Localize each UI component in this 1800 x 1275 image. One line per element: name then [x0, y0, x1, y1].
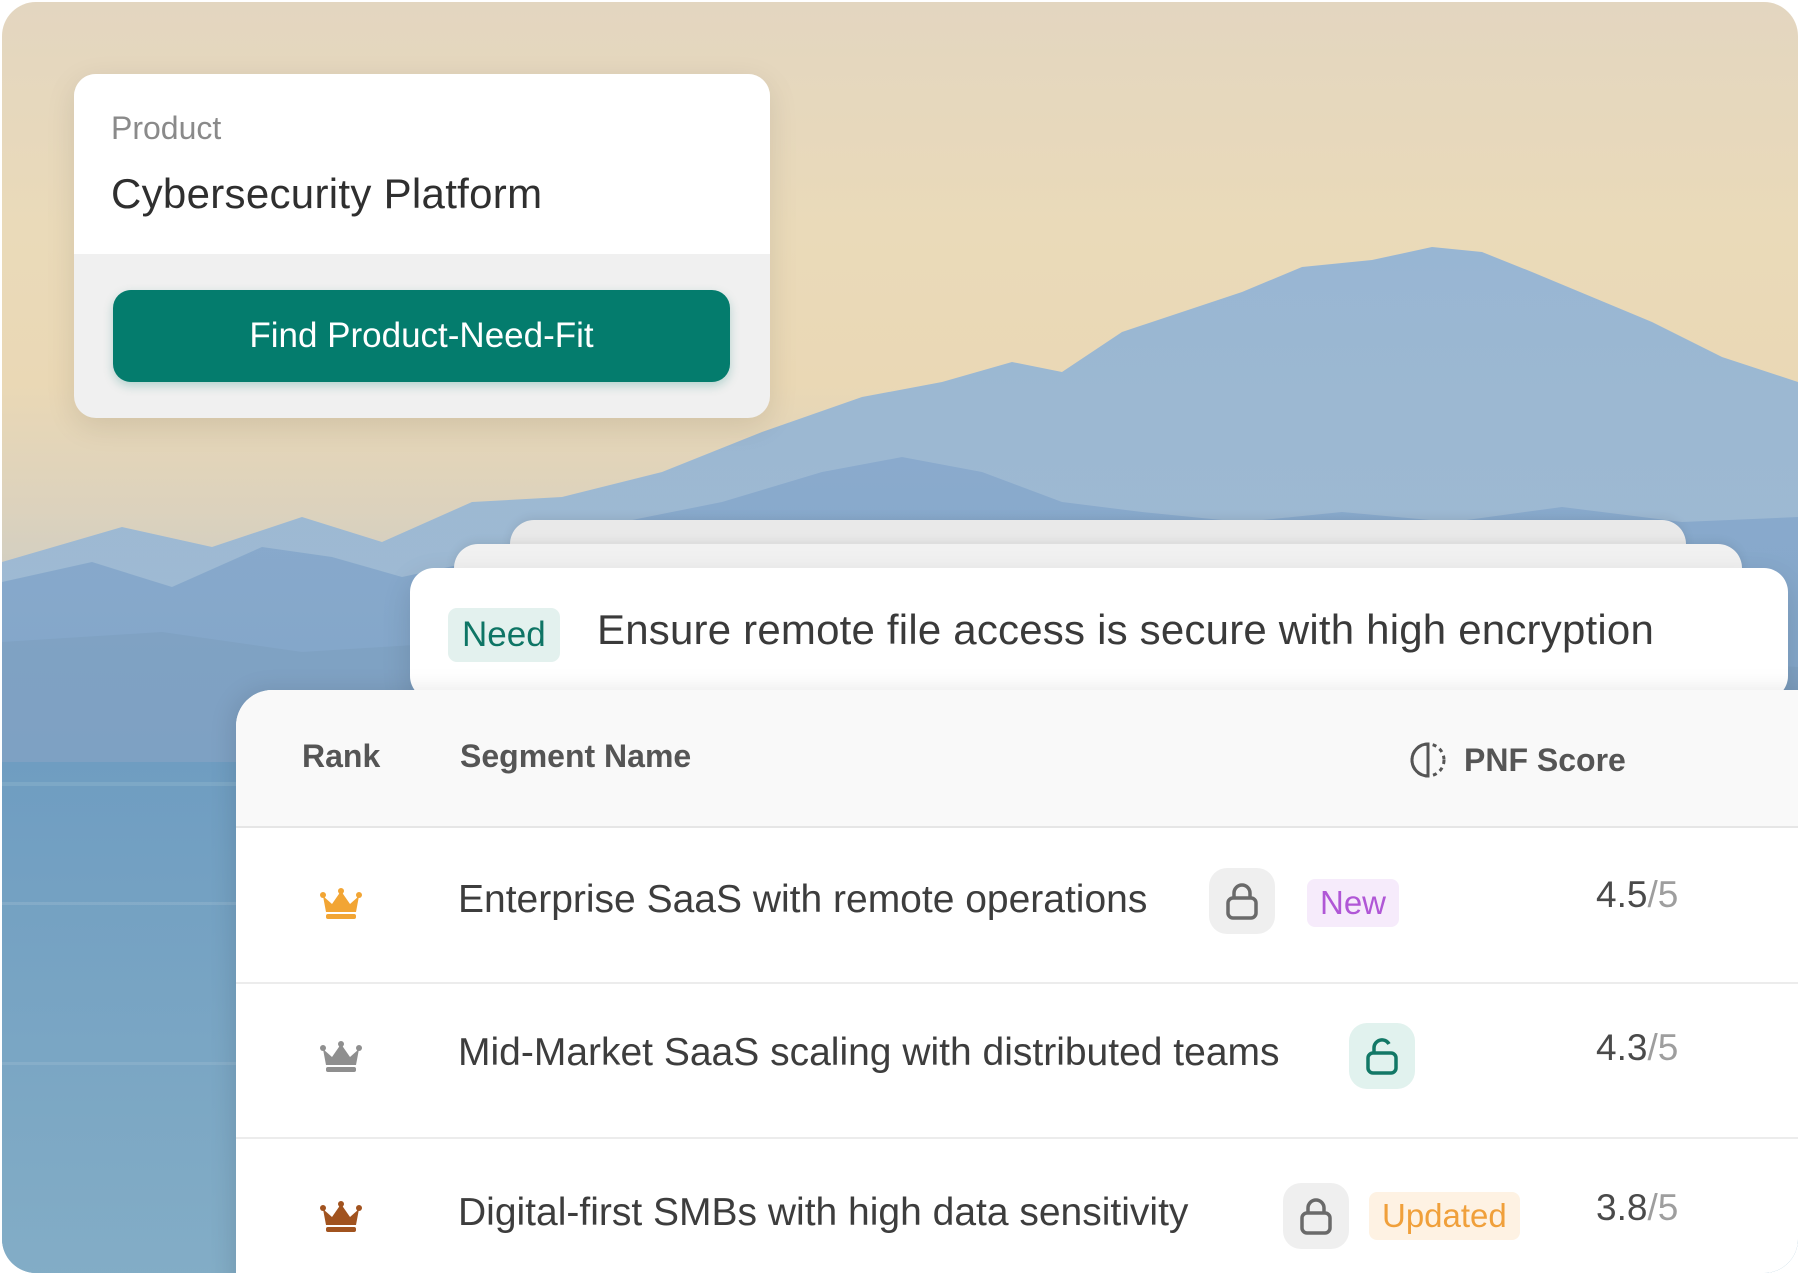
- half-circle-icon: [1410, 742, 1446, 778]
- unlock-button[interactable]: [1349, 1023, 1415, 1089]
- pnf-score-value: 3.8/5: [1596, 1187, 1678, 1229]
- table-row[interactable]: Digital-first SMBs with high data sensit…: [236, 1139, 1798, 1273]
- column-header-rank[interactable]: Rank: [302, 738, 380, 775]
- new-tag: New: [1307, 879, 1400, 927]
- crown-bronze-icon: [320, 1201, 362, 1232]
- table-header: Rank Segment Name PNF Score: [236, 690, 1798, 828]
- need-text: Ensure remote file access is secure with…: [597, 606, 1655, 653]
- score-value: 3.8: [1596, 1187, 1648, 1228]
- pnf-score-value: 4.5/5: [1596, 874, 1678, 916]
- score-max: /5: [1647, 874, 1679, 915]
- crown-silver-icon: [320, 1041, 362, 1072]
- crown-gold-icon: [320, 888, 362, 919]
- find-product-need-fit-button[interactable]: Find Product-Need-Fit: [113, 290, 730, 382]
- column-header-segment-name[interactable]: Segment Name: [460, 738, 691, 775]
- product-name[interactable]: Cybersecurity Platform: [111, 170, 542, 218]
- table-row[interactable]: Enterprise SaaS with remote operations N…: [236, 828, 1798, 984]
- lock-icon: [1300, 1198, 1332, 1235]
- segment-name[interactable]: Digital-first SMBs with high data sensit…: [458, 1191, 1188, 1235]
- unlock-icon: [1366, 1038, 1398, 1075]
- score-max: /5: [1647, 1027, 1679, 1068]
- column-header-pnf-score[interactable]: PNF Score: [1408, 740, 1626, 780]
- lock-button[interactable]: [1209, 868, 1275, 934]
- pnf-score-value: 4.3/5: [1596, 1027, 1678, 1069]
- app-frame: Product Cybersecurity Platform Find Prod…: [2, 2, 1798, 1273]
- table-row[interactable]: Mid-Market SaaS scaling with distributed…: [236, 983, 1798, 1139]
- updated-tag: Updated: [1369, 1192, 1520, 1240]
- score-max: /5: [1647, 1187, 1679, 1228]
- score-value: 4.5: [1596, 874, 1648, 915]
- need-card[interactable]: Need Ensure remote file access is secure…: [410, 568, 1788, 700]
- segments-table: Rank Segment Name PNF Score Enterprise S…: [236, 690, 1798, 1273]
- lock-icon: [1226, 883, 1258, 920]
- segment-name[interactable]: Enterprise SaaS with remote operations: [458, 878, 1147, 922]
- product-label: Product: [111, 110, 222, 146]
- score-value: 4.3: [1596, 1027, 1648, 1068]
- segment-name[interactable]: Mid-Market SaaS scaling with distributed…: [458, 1031, 1280, 1075]
- product-card-header: Product Cybersecurity Platform: [74, 74, 770, 254]
- lock-button[interactable]: [1283, 1183, 1349, 1249]
- need-badge: Need: [448, 608, 560, 662]
- product-card: Product Cybersecurity Platform Find Prod…: [74, 74, 770, 418]
- pnf-score-label: PNF Score: [1464, 741, 1626, 778]
